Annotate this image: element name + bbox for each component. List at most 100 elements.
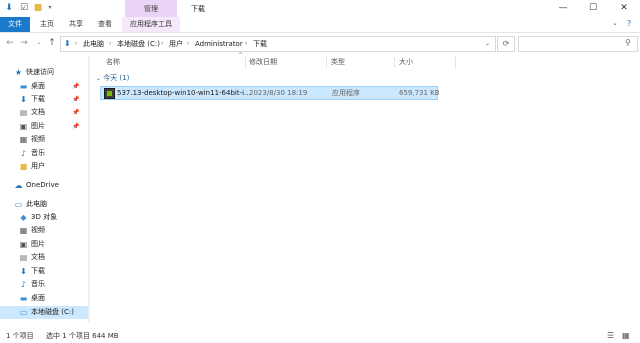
nav-label: 桌面	[31, 294, 45, 302]
selection-info: 选中 1 个项目 644 MB	[46, 332, 119, 340]
nav-item-desktop[interactable]: ▬ 桌面 📌	[0, 80, 88, 93]
column-separator[interactable]	[455, 57, 456, 68]
column-separator[interactable]	[326, 57, 327, 68]
desktop-icon: ▬	[19, 294, 28, 303]
nav-onedrive[interactable]: ☁ OneDrive	[0, 179, 88, 192]
forward-icon[interactable]: →	[18, 37, 30, 49]
help-icon[interactable]: ?	[627, 19, 631, 28]
column-header-size[interactable]: 大小	[399, 55, 413, 69]
nav-item-users[interactable]: ■ 用户	[0, 160, 88, 173]
breadcrumb-separator: ›	[187, 40, 190, 47]
nav-quick-access[interactable]: ★ 快速访问	[0, 66, 88, 79]
nav-label: 音乐	[31, 280, 45, 288]
breadcrumb-local-disk[interactable]: 本地磁盘 (C:)	[117, 37, 160, 51]
download-arrow-icon[interactable]: ⬇	[4, 3, 14, 13]
nav-item-3d-objects[interactable]: ◆ 3D 对象	[0, 211, 88, 224]
nav-item-local-disk[interactable]: ▭ 本地磁盘 (C:)	[0, 306, 88, 319]
details-view-icon[interactable]: ☰	[607, 331, 614, 340]
ribbon-tabs: 文件 主页 共享 查看 应用程序工具 ⌄ ?	[0, 17, 640, 33]
nav-label: 视频	[31, 135, 45, 143]
nav-label: 下载	[31, 267, 45, 275]
column-separator[interactable]	[394, 57, 395, 68]
nav-item-pc-documents[interactable]: ▤ 文档	[0, 251, 88, 264]
column-header-type[interactable]: 类型	[331, 55, 345, 69]
nav-item-music[interactable]: ♪ 音乐	[0, 147, 88, 160]
ribbon-expand-icon[interactable]: ⌄	[612, 19, 618, 27]
nav-scrollbar[interactable]	[88, 56, 90, 322]
nav-item-pc-videos[interactable]: ▦ 视频	[0, 224, 88, 237]
nav-label: 图片	[31, 122, 45, 130]
properties-icon[interactable]: ☑	[19, 3, 29, 13]
nav-item-pictures[interactable]: ▣ 图片 📌	[0, 120, 88, 133]
dropdown-icon[interactable]: ▾	[45, 3, 55, 13]
window-title: 下载	[191, 5, 205, 13]
cube-icon: ◆	[20, 213, 27, 222]
file-row[interactable]: 537.13-desktop-win10-win11-64bit-i... 20…	[100, 86, 440, 100]
nav-item-pc-music[interactable]: ♪ 音乐	[0, 278, 88, 291]
nav-label: 快速访问	[26, 68, 54, 76]
sort-indicator-icon: ^	[238, 52, 244, 59]
back-icon[interactable]: ←	[4, 37, 16, 49]
breadcrumb-separator: ›	[109, 40, 112, 47]
group-label: 今天 (1)	[103, 74, 130, 82]
minimize-icon[interactable]: —	[548, 0, 578, 17]
nav-item-pc-downloads[interactable]: ⬇ 下载	[0, 265, 88, 278]
nav-this-pc[interactable]: ▭ 此电脑	[0, 198, 88, 211]
star-icon: ★	[14, 68, 23, 77]
download-arrow-icon: ⬇	[64, 39, 71, 48]
file-size: 659,731 KB	[399, 89, 440, 97]
nav-label: 视频	[31, 226, 45, 234]
nav-label: 此电脑	[26, 200, 47, 208]
up-icon[interactable]: ↑	[46, 37, 58, 49]
column-header-name[interactable]: 名称	[106, 55, 120, 69]
nav-label: 本地磁盘 (C:)	[31, 308, 74, 316]
breadcrumb-users[interactable]: 用户	[169, 37, 183, 51]
address-dropdown-icon[interactable]: ⌄	[485, 37, 490, 51]
title-bar: ⬇ ☑ ■ ▾ 管理 下载 — ☐ ✕	[0, 0, 640, 17]
column-header-modified[interactable]: 修改日期	[249, 55, 277, 69]
refresh-icon[interactable]: ⟳	[497, 36, 515, 52]
nav-label: 桌面	[31, 82, 45, 90]
tab-view[interactable]: 查看	[98, 17, 112, 32]
maximize-icon[interactable]: ☐	[578, 0, 608, 17]
folder-icon[interactable]: ■	[33, 3, 43, 13]
nav-item-pc-pictures[interactable]: ▣ 图片	[0, 238, 88, 251]
nav-item-videos[interactable]: ▦ 视频	[0, 133, 88, 146]
video-icon: ▦	[19, 226, 28, 235]
nav-label: 图片	[31, 240, 45, 248]
close-icon[interactable]: ✕	[609, 0, 639, 17]
nav-label: 音乐	[31, 149, 45, 157]
video-icon: ▦	[19, 135, 28, 144]
pin-icon: 📌	[72, 109, 80, 116]
file-modified: 2023/8/30 18:19	[249, 89, 308, 97]
desktop-icon: ▬	[19, 82, 28, 91]
group-header-today[interactable]: ⌄ 今天 (1)	[96, 72, 496, 84]
tab-home[interactable]: 主页	[40, 17, 54, 32]
tab-share[interactable]: 共享	[69, 17, 83, 32]
nvidia-logo-mark	[107, 91, 112, 96]
download-arrow-icon: ⬇	[20, 95, 27, 104]
nvidia-app-icon	[104, 88, 115, 99]
document-icon: ▤	[19, 253, 28, 262]
cloud-icon: ☁	[14, 181, 23, 190]
breadcrumb-this-pc[interactable]: 此电脑	[83, 37, 104, 51]
file-tab[interactable]: 文件	[0, 17, 30, 32]
nav-label: 下载	[31, 95, 45, 103]
nav-item-documents[interactable]: ▤ 文档 📌	[0, 106, 88, 119]
address-bar[interactable]: ⬇ › 此电脑 › 本地磁盘 (C:) › 用户 › Administrator…	[60, 36, 496, 52]
nav-label: OneDrive	[26, 181, 59, 189]
collapse-chevron-icon[interactable]: ⌄	[96, 75, 101, 82]
tab-app-tools[interactable]: 应用程序工具	[122, 17, 180, 32]
large-icons-view-icon[interactable]: ▦	[622, 331, 630, 340]
manage-contextual-tab[interactable]: 管理	[125, 0, 177, 17]
recent-dropdown-icon[interactable]: ⌄	[33, 37, 45, 49]
breadcrumb-separator: ›	[75, 40, 78, 47]
music-icon: ♪	[20, 149, 27, 158]
nav-label: 用户	[31, 162, 45, 170]
nav-item-pc-desktop[interactable]: ▬ 桌面	[0, 292, 88, 305]
nav-item-downloads[interactable]: ⬇ 下载 📌	[0, 93, 88, 106]
column-separator[interactable]	[245, 57, 246, 68]
search-input[interactable]: ⚲	[518, 36, 638, 52]
breadcrumb-downloads[interactable]: 下载	[253, 37, 267, 51]
breadcrumb-administrator[interactable]: Administrator	[195, 37, 243, 51]
